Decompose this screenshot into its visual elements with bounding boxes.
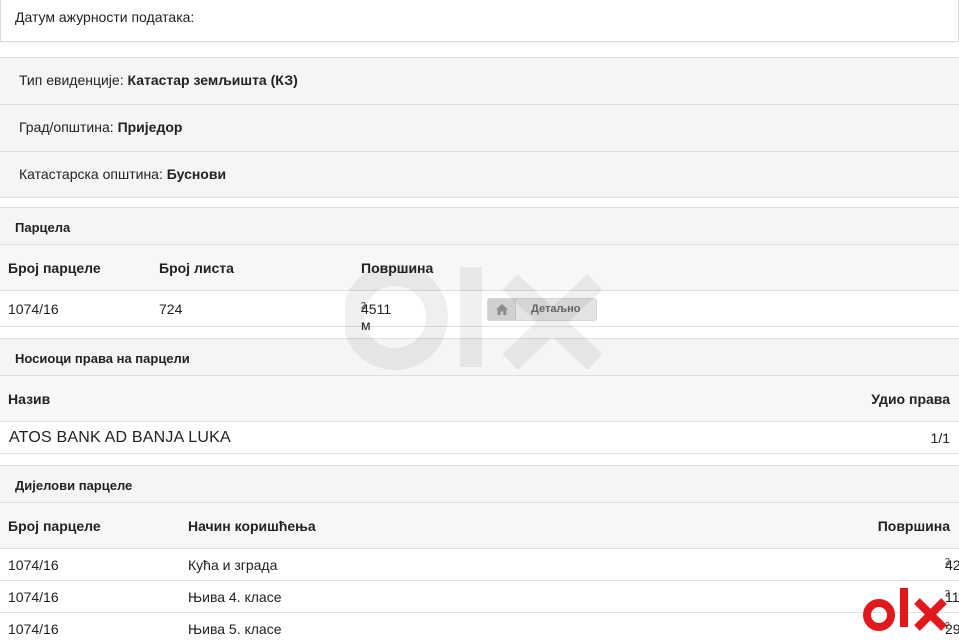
- table-row: 1074/16 Њива 4. класе 1141 м2: [0, 581, 959, 613]
- parts-panel-header: Дијелови парцеле: [0, 465, 959, 503]
- part-usage: Њива 5. класе: [188, 621, 282, 637]
- rights-col-name: Назив: [8, 391, 51, 407]
- detail-button[interactable]: Детаљно: [487, 298, 597, 321]
- cadastral-municipality-label: Катастарска општина:: [19, 166, 163, 182]
- part-area: 420 м2: [944, 556, 959, 589]
- rights-panel-title: Носиоци права на парцели: [15, 351, 190, 366]
- table-row: 1074/16 Кућа и зграда 420 м2: [0, 549, 959, 589]
- table-row: 1074/16 724 4511 м2 Детаљно: [0, 291, 959, 333]
- parcel-col-sheet: Број листа: [159, 260, 234, 276]
- part-parcel-number: 1074/16: [8, 557, 59, 573]
- part-parcel-number: 1074/16: [8, 589, 59, 605]
- parts-col-area: Површина: [877, 518, 950, 534]
- parcel-number: 1074/16: [8, 301, 59, 317]
- parcel-sheet: 724: [159, 301, 183, 317]
- detail-button-label: Детаљно: [531, 303, 581, 315]
- rights-holder-name: ATOS BANK AD BANJA LUKA: [9, 429, 231, 446]
- parcel-table-header: Број парцеле Број листа Површина: [0, 245, 959, 291]
- update-date-label: Датум ажурности података:: [15, 9, 195, 25]
- parcel-col-area: Површина: [361, 260, 434, 276]
- home-icon: [488, 299, 516, 320]
- parts-table-header: Број парцеле Начин коришћења Површина: [0, 503, 959, 549]
- parts-col-usage: Начин коришћења: [188, 518, 316, 534]
- cadastral-municipality-value: Буснови: [166, 166, 227, 182]
- update-date-card: Датум ажурности података:: [0, 0, 959, 42]
- record-type-value: Катастар земљишта (КЗ): [127, 72, 298, 88]
- rights-panel-header: Носиоци права на парцели: [0, 338, 959, 376]
- rights-table-header: Назив Удио права: [0, 376, 959, 422]
- part-usage: Њива 4. класе: [188, 589, 282, 605]
- municipality-value: Приједор: [117, 119, 183, 135]
- parcel-panel-title: Парцела: [15, 220, 71, 235]
- municipality-label: Град/општина:: [19, 119, 114, 135]
- rights-col-share: Удио права: [871, 391, 950, 407]
- part-parcel-number: 1074/16: [8, 621, 59, 637]
- olx-logo-icon: [863, 588, 947, 631]
- parts-col-number: Број парцеле: [8, 518, 101, 534]
- record-info: Тип евиденције: Катастар земљишта (КЗ) Г…: [0, 57, 959, 198]
- municipality-row: Град/општина: Приједор: [0, 105, 959, 152]
- parcel-col-number: Број парцеле: [8, 260, 101, 276]
- parcel-area: 4511 м2: [361, 300, 392, 333]
- table-row: 1074/16 Њива 5. класе 2950 м2: [0, 613, 959, 642]
- record-type-row: Тип евиденције: Катастар земљишта (КЗ): [0, 58, 959, 105]
- table-row: ATOS BANK AD BANJA LUKA 1/1: [0, 422, 959, 454]
- parts-panel-title: Дијелови парцеле: [15, 478, 133, 493]
- cadastral-municipality-row: Катастарска општина: Буснови: [0, 152, 959, 199]
- record-type-label: Тип евиденције:: [19, 72, 124, 88]
- parcel-panel-header: Парцела: [0, 207, 959, 245]
- part-usage: Кућа и зграда: [188, 557, 278, 573]
- rights-holder-share: 1/1: [930, 430, 950, 446]
